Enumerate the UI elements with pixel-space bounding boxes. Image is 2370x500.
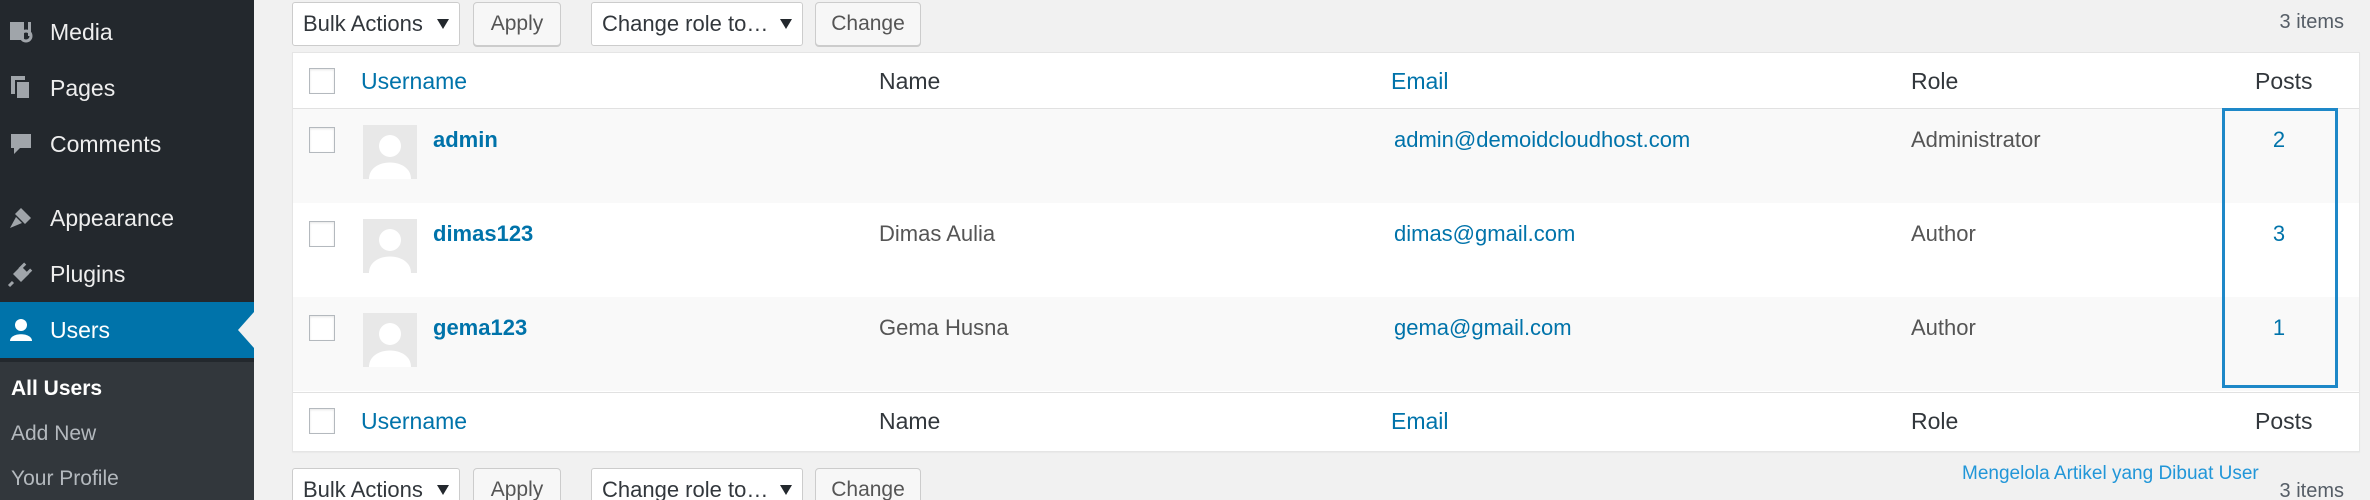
dropdown-arrow-icon	[780, 19, 792, 29]
change-role-select[interactable]: Change role to…	[591, 2, 803, 46]
username-link[interactable]: admin	[433, 127, 498, 153]
comments-icon	[6, 129, 36, 159]
change-role-value: Change role to…	[602, 477, 769, 500]
appearance-icon	[6, 203, 36, 233]
submenu-your-profile[interactable]: Your Profile	[11, 467, 119, 491]
user-role: Author	[1911, 315, 1976, 340]
top-tablenav: Bulk Actions Apply Change role to… Chang…	[292, 2, 2360, 46]
menu-item-media[interactable]: Media	[0, 4, 254, 60]
bulk-actions-select-bottom[interactable]: Bulk Actions	[292, 468, 460, 500]
menu-item-pages[interactable]: Pages	[0, 60, 254, 116]
column-header-role: Role	[1911, 68, 1959, 94]
email-link[interactable]: gema@gmail.com	[1394, 315, 1572, 341]
user-role: Administrator	[1911, 127, 2041, 152]
avatar	[363, 125, 417, 179]
menu-item-appearance[interactable]: Appearance	[0, 190, 254, 246]
admin-sidebar: Media Pages Comments Appearance Plugins …	[0, 0, 254, 500]
change-role-value: Change role to…	[602, 11, 769, 36]
column-footer-name: Name	[879, 408, 941, 434]
column-footer-email[interactable]: Email	[1391, 408, 1449, 435]
column-footer-username[interactable]: Username	[361, 408, 467, 435]
column-header-email[interactable]: Email	[1391, 68, 1449, 95]
column-header-posts: Posts	[2255, 68, 2313, 94]
avatar	[363, 313, 417, 367]
row-checkbox[interactable]	[309, 315, 335, 341]
menu-item-comments[interactable]: Comments	[0, 116, 254, 172]
table-header-row: Username Name Email Role Posts	[293, 53, 2359, 109]
select-all-checkbox[interactable]	[309, 68, 335, 94]
column-header-username[interactable]: Username	[361, 68, 467, 95]
bulk-actions-value: Bulk Actions	[303, 11, 423, 36]
items-count: 3 items	[2279, 11, 2344, 33]
change-role-select-bottom[interactable]: Change role to…	[591, 468, 803, 500]
table-row: admin admin@demoidcloudhost.com Administ…	[293, 109, 2359, 203]
apply-button[interactable]: Apply	[473, 2, 561, 46]
row-checkbox[interactable]	[309, 127, 335, 153]
change-button[interactable]: Change	[815, 2, 921, 46]
menu-item-plugins[interactable]: Plugins	[0, 246, 254, 302]
select-all-checkbox[interactable]	[309, 408, 335, 434]
change-button-bottom[interactable]: Change	[815, 468, 921, 500]
row-checkbox[interactable]	[309, 221, 335, 247]
users-icon	[6, 315, 36, 345]
menu-label: Appearance	[50, 204, 175, 231]
email-link[interactable]: admin@demoidcloudhost.com	[1394, 127, 1690, 153]
table-row: gema123 Gema Husna gema@gmail.com Author…	[293, 297, 2359, 391]
posts-column-highlight	[2222, 108, 2338, 388]
bulk-actions-value: Bulk Actions	[303, 477, 423, 500]
plugins-icon	[6, 259, 36, 289]
apply-button-bottom[interactable]: Apply	[473, 468, 561, 500]
media-icon	[6, 17, 36, 47]
username-link[interactable]: dimas123	[433, 221, 533, 247]
menu-item-users[interactable]: Users	[0, 302, 254, 358]
menu-label: Media	[50, 18, 113, 45]
menu-label: Users	[50, 316, 111, 343]
avatar	[363, 219, 417, 273]
pages-icon	[6, 73, 36, 103]
submenu-all-users[interactable]: All Users	[11, 377, 102, 401]
dropdown-arrow-icon	[780, 485, 792, 495]
column-footer-role: Role	[1911, 408, 1959, 434]
dropdown-arrow-icon	[437, 19, 449, 29]
menu-label: Plugins	[50, 260, 126, 287]
user-name: Dimas Aulia	[879, 221, 996, 246]
dropdown-arrow-icon	[437, 485, 449, 495]
username-link[interactable]: gema123	[433, 315, 527, 341]
column-header-name: Name	[879, 68, 941, 94]
bottom-tablenav: Bulk Actions Apply Change role to… Chang…	[292, 468, 2360, 500]
column-footer-posts: Posts	[2255, 408, 2313, 434]
bulk-actions-select[interactable]: Bulk Actions	[292, 2, 460, 46]
menu-label: Comments	[50, 130, 162, 157]
table-footer-row: Username Name Email Role Posts	[293, 392, 2359, 448]
user-name: Gema Husna	[879, 315, 1009, 340]
users-submenu: All Users Add New Your Profile	[0, 362, 254, 500]
submenu-add-new[interactable]: Add New	[11, 422, 96, 446]
items-count: 3 items	[2279, 480, 2344, 500]
user-role: Author	[1911, 221, 1976, 246]
table-row: dimas123 Dimas Aulia dimas@gmail.com Aut…	[293, 203, 2359, 297]
menu-label: Pages	[50, 74, 116, 101]
email-link[interactable]: dimas@gmail.com	[1394, 221, 1575, 247]
users-table: Username Name Email Role Posts admin adm…	[292, 52, 2360, 452]
